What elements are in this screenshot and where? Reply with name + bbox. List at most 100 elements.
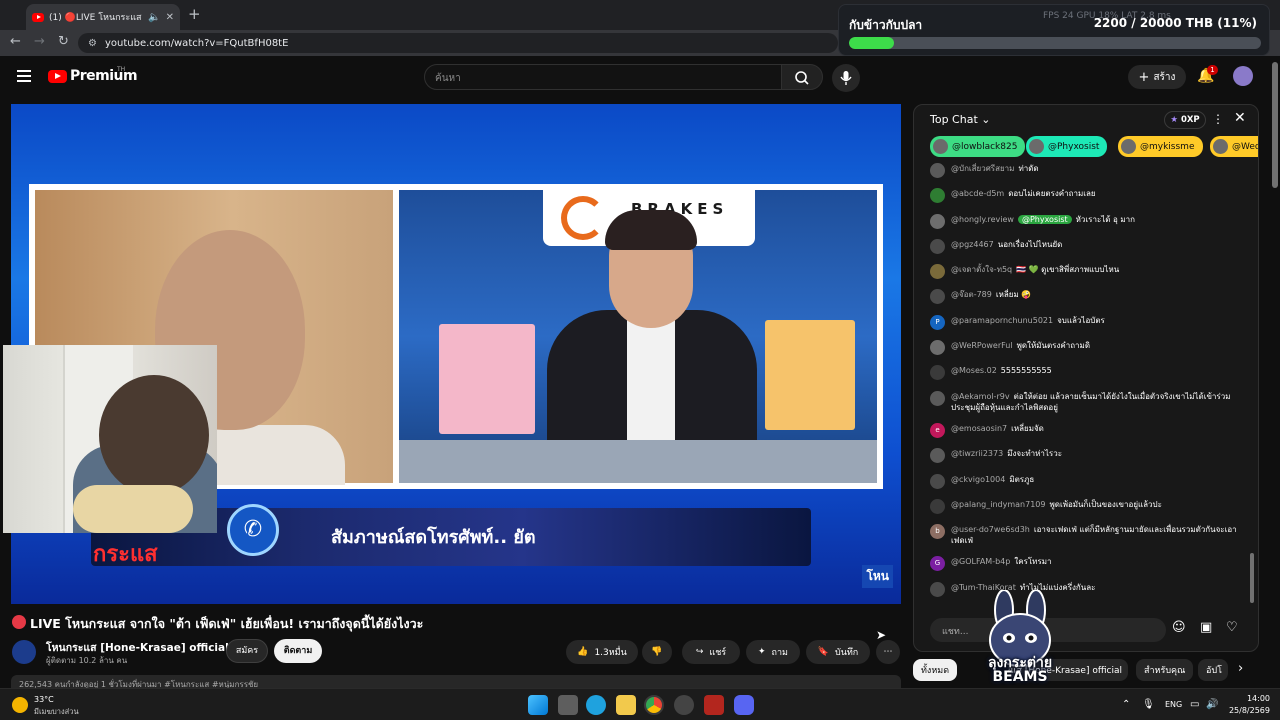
input-language[interactable]: ENG (1165, 700, 1182, 709)
tab-close-icon[interactable]: ✕ (166, 12, 174, 23)
chat-avatar[interactable] (930, 289, 945, 305)
chat-avatar[interactable] (930, 365, 945, 381)
chat-avatar[interactable] (930, 473, 945, 489)
more-actions-button[interactable]: ⋯ (876, 640, 900, 664)
chat-message[interactable]: @เจดาตั้งใจ-ท5q 🇹🇭 💚 ดูเขาสิพี่สภาพแบบไหน (914, 264, 1258, 280)
chat-author[interactable]: @abcde-d5m (951, 189, 1004, 198)
ask-button[interactable]: ✦ ถาม (746, 640, 800, 664)
super-chat-icon[interactable]: ▣ (1200, 620, 1212, 635)
chat-message[interactable]: @จ๊อต-789 เหลี่ยม 🤪 (914, 289, 1258, 305)
chat-avatar[interactable]: P (930, 314, 945, 330)
chat-scrollbar[interactable] (1250, 553, 1254, 603)
chat-message[interactable]: @Tum-ThaiKorat ทำไมไม่แบ่งครึ่งกันละ (914, 581, 1258, 597)
chat-message[interactable]: b @user-do7we6sd3h เอาจะเฟดเฟ่ แต่ก็มีหลัก… (914, 524, 1258, 546)
speaker-icon[interactable]: 🔈 (148, 12, 160, 23)
chat-avatar[interactable]: b (930, 524, 945, 540)
chip-uploads[interactable]: อัปโ (1198, 659, 1228, 681)
chat-message-list[interactable]: @บักเสี่ยวศรีสยาม ท่าดัด @abcde-d5m ดอบไม่เ… (914, 163, 1258, 607)
chat-author[interactable]: @pgz4467 (951, 240, 994, 249)
xp-badge[interactable]: ★ 0XP (1164, 111, 1206, 129)
chat-avatar[interactable] (930, 581, 945, 597)
chat-author[interactable]: @เจดาตั้งใจ-ท5q (951, 265, 1012, 274)
chat-message[interactable]: @Moses.02 5555555555 (914, 365, 1258, 381)
edge-icon[interactable] (586, 695, 606, 715)
chat-author[interactable]: @paramapornchunu5021 (951, 316, 1053, 325)
chat-author[interactable]: @ckvigo1004 (951, 475, 1005, 484)
chat-message[interactable]: P @paramapornchunu5021 จบแล้วไอบัตร (914, 314, 1258, 330)
chat-message[interactable]: @ckvigo1004 มิตรภูธ (914, 473, 1258, 489)
app-red-icon[interactable] (704, 695, 724, 715)
chat-author[interactable]: @palang_indyman7109 (951, 500, 1045, 509)
browser-tab[interactable]: (1) 🔴LIVE โหนกระแส จากใจ 🔈 ✕ (26, 4, 180, 30)
clock-time[interactable]: 14:00 (1220, 694, 1270, 703)
chat-avatar[interactable]: e (930, 422, 945, 438)
chat-message[interactable]: @hongly.review @Phyxosist หัวเราะได้ อุ มา… (914, 213, 1258, 229)
account-avatar[interactable] (1233, 66, 1253, 86)
chat-mode-selector[interactable]: Top Chat ⌄ (930, 113, 990, 126)
chat-avatar[interactable] (930, 238, 945, 254)
back-icon[interactable]: ← (10, 34, 21, 49)
chip-all[interactable]: ทั้งหมด (913, 659, 958, 681)
emoji-icon[interactable]: ☺ (1172, 620, 1186, 635)
search-button[interactable] (781, 64, 823, 90)
chat-message[interactable]: G @GOLFAM-b4p ใครโทรมา (914, 556, 1258, 572)
description-box[interactable]: 262,543 คนกำลังดูอยู่ 1 ชั่วโมงที่ผ่านมา… (11, 675, 901, 689)
chat-more-icon[interactable]: ⋮ (1212, 112, 1224, 126)
weather-icon[interactable] (12, 697, 28, 713)
new-tab-button[interactable]: + (188, 5, 201, 23)
chat-message[interactable]: e @emosaosin7 เหลี่ยมจัด (914, 422, 1258, 438)
chat-message[interactable]: @pgz4467 นอกเรื่องไปไหนยัด (914, 238, 1258, 254)
chat-avatar[interactable] (930, 163, 945, 178)
dislike-button[interactable]: 👎 (642, 640, 672, 664)
start-icon[interactable] (528, 695, 548, 715)
chat-avatar[interactable] (930, 448, 945, 464)
page-scrollbar[interactable] (1272, 62, 1278, 188)
chip-for-you[interactable]: สำหรับคุณ (1136, 659, 1194, 681)
pinned-supporter[interactable]: @mykissme (1118, 136, 1203, 157)
chat-close-icon[interactable]: ✕ (1234, 110, 1246, 126)
chat-avatar[interactable] (930, 340, 945, 356)
chat-author[interactable]: @Aekamol-r9v (951, 392, 1010, 401)
chat-avatar[interactable] (930, 390, 945, 406)
search-input[interactable]: ค้นหา (424, 64, 782, 90)
chat-message[interactable]: @palang_indyman7109 พูดเพ้อมันก็เป็นของเข… (914, 498, 1258, 514)
chat-message[interactable]: @WeRPowerFul พูดให้มันตรงคำถามดิ (914, 340, 1258, 356)
youtube-logo-icon[interactable] (48, 70, 67, 83)
clock-date[interactable]: 25/8/2569 (1220, 706, 1270, 715)
chat-author[interactable]: @จ๊อต-789 (951, 290, 992, 299)
chat-author[interactable]: @WeRPowerFul (951, 341, 1013, 350)
chat-author[interactable]: @Moses.02 (951, 366, 997, 375)
chat-avatar[interactable] (930, 264, 945, 280)
chat-message[interactable]: @tiwzrii2373 มึงจะทำห่าไรวะ (914, 448, 1258, 464)
share-button[interactable]: ↪ แชร์ (682, 640, 740, 664)
like-button[interactable]: 👍 1.3หมื่น (566, 640, 638, 664)
chat-author[interactable]: @บักเสี่ยวศรีสยาม (951, 164, 1014, 173)
menu-icon[interactable] (17, 70, 31, 82)
chat-author[interactable]: @user-do7we6sd3h (951, 525, 1030, 534)
pinned-supporter[interactable]: @Wed (1210, 136, 1258, 157)
network-icon[interactable]: ▭ (1190, 699, 1199, 710)
tray-chevron-icon[interactable]: ⌃ (1122, 699, 1130, 710)
chat-author[interactable]: @emosaosin7 (951, 424, 1007, 433)
channel-avatar[interactable] (12, 640, 36, 664)
chat-message[interactable]: @Aekamol-r9v ต่อให้ต่อย แล้วลายเซ็นมาได้ย… (914, 390, 1258, 413)
chevron-right-icon[interactable]: › (1238, 661, 1243, 676)
chat-author[interactable]: @GOLFAM-b4p (951, 557, 1010, 566)
heart-icon[interactable]: ♡ (1226, 620, 1238, 635)
subscribe-button[interactable]: ติดตาม (274, 639, 322, 663)
chat-author[interactable]: @hongly.review (951, 215, 1014, 224)
chrome-icon[interactable] (644, 695, 664, 715)
tray-mic-icon[interactable]: 🎙 (1142, 699, 1155, 710)
chat-author[interactable]: @tiwzrii2373 (951, 449, 1003, 458)
chat-avatar[interactable] (930, 213, 945, 229)
file-explorer-icon[interactable] (616, 695, 636, 715)
chat-avatar[interactable] (930, 188, 945, 204)
pinned-supporter[interactable]: @lowblack825 (930, 136, 1026, 157)
task-view-icon[interactable] (558, 695, 578, 715)
create-button[interactable]: + สร้าง (1128, 65, 1186, 89)
join-button[interactable]: สมัคร (226, 639, 268, 663)
forward-icon[interactable]: → (34, 34, 45, 49)
app-icon[interactable] (674, 695, 694, 715)
chat-message[interactable]: @บักเสี่ยวศรีสยาม ท่าดัด (914, 163, 1258, 178)
url-field[interactable]: ⚙ youtube.com/watch?v=FQutBfH08tE (78, 33, 838, 53)
